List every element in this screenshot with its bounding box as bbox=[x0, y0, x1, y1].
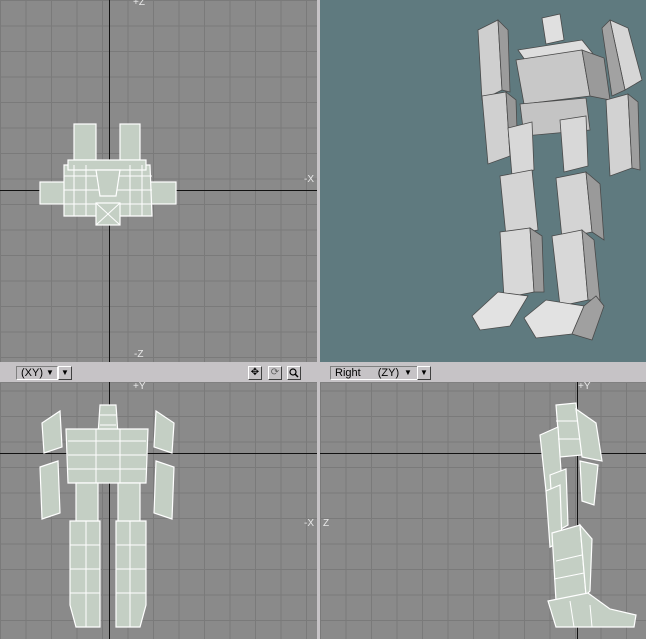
robot-top-view bbox=[39, 123, 177, 226]
viewport-right[interactable]: Right (ZY) ▼ ▼ +Y Z bbox=[320, 365, 646, 639]
robot-right-view bbox=[539, 402, 637, 628]
viewport-perspective[interactable] bbox=[320, 0, 646, 362]
robot-back-view bbox=[39, 404, 175, 628]
viewport-back[interactable]: (XY) ▼ ▼ ✥ ⟳ +Y -X bbox=[0, 365, 317, 639]
viewport-top[interactable]: +Z -X -Z bbox=[0, 0, 317, 362]
robot-perspective-render bbox=[471, 13, 643, 341]
